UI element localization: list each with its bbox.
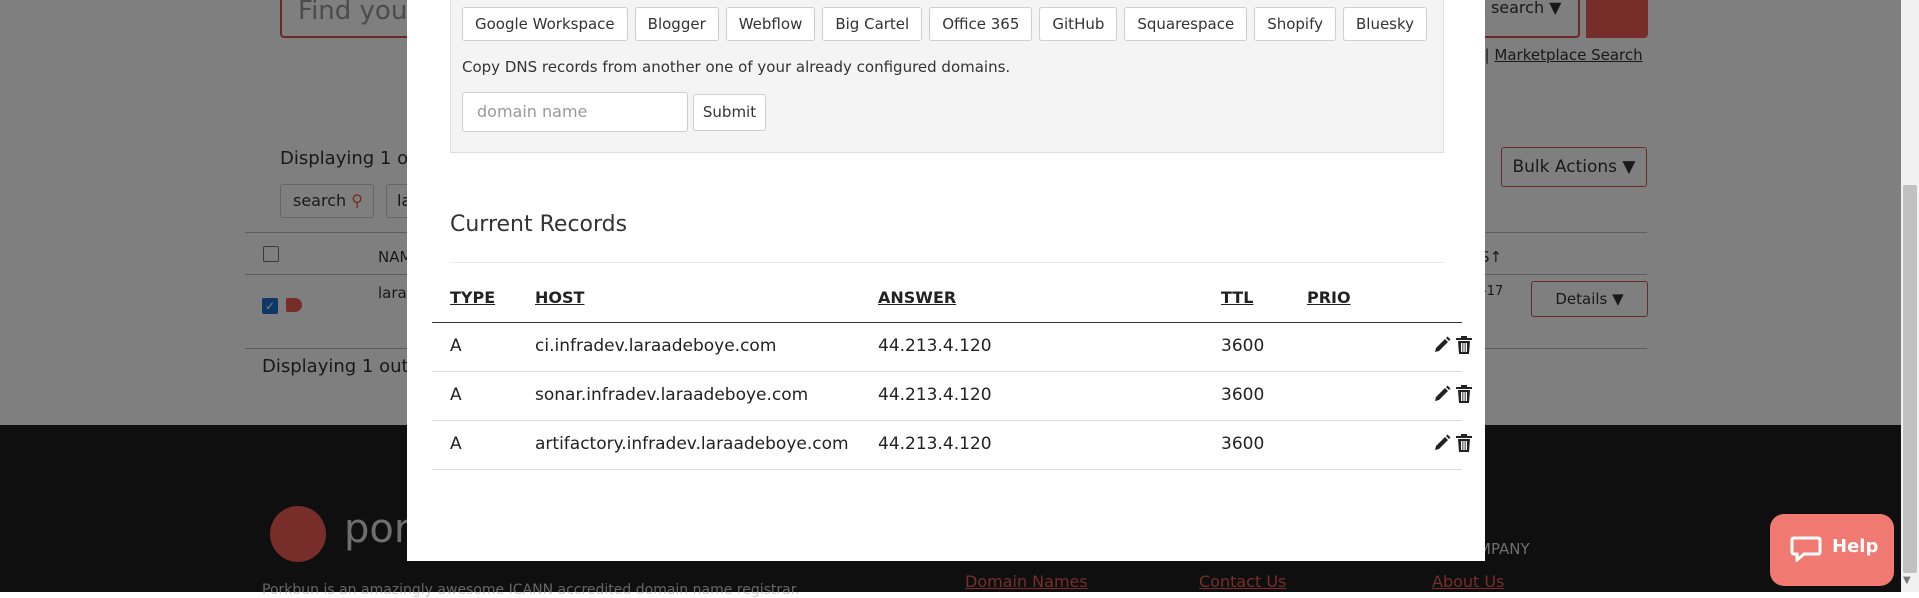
record-type: A [450, 336, 462, 356]
help-button[interactable]: Help [1770, 514, 1894, 586]
type-column-header[interactable]: TYPE [450, 288, 495, 307]
delete-trash-icon[interactable] [1455, 335, 1473, 355]
copy-domain-input[interactable]: domain name [462, 92, 688, 132]
template-google-workspace-button[interactable]: Google Workspace [462, 7, 628, 41]
template-bluesky-button[interactable]: Bluesky [1342, 7, 1428, 41]
title-divider [450, 262, 1444, 263]
answer-column-header[interactable]: ANSWER [878, 288, 956, 307]
dns-records-modal: Google Workspace Blogger Webflow Big Car… [407, 0, 1485, 561]
record-type: A [450, 385, 462, 405]
copy-submit-button[interactable]: Submit [693, 94, 766, 131]
edit-pencil-icon[interactable] [1432, 384, 1452, 404]
ttl-column-header[interactable]: TTL [1221, 288, 1253, 307]
scroll-down-arrow-icon[interactable]: ▼ [1903, 575, 1911, 586]
template-office-365-button[interactable]: Office 365 [929, 7, 1033, 41]
record-host: artifactory.infradev.laraadeboye.com [535, 434, 849, 454]
help-label: Help [1832, 536, 1879, 557]
host-column-header[interactable]: HOST [535, 288, 584, 307]
scrollbar-thumb[interactable] [1903, 185, 1917, 573]
record-ttl: 3600 [1221, 336, 1265, 356]
record-answer: 44.213.4.120 [878, 336, 992, 356]
template-github-button[interactable]: GitHub [1039, 7, 1118, 41]
edit-pencil-icon[interactable] [1432, 335, 1452, 355]
template-webflow-button[interactable]: Webflow [725, 7, 816, 41]
dns-record-row: A ci.infradev.laraadeboye.com 44.213.4.1… [432, 323, 1472, 372]
dns-record-row: A sonar.infradev.laraadeboye.com 44.213.… [432, 372, 1472, 421]
current-records-title: Current Records [450, 212, 628, 237]
delete-trash-icon[interactable] [1455, 384, 1473, 404]
delete-trash-icon[interactable] [1455, 433, 1473, 453]
record-answer: 44.213.4.120 [878, 385, 992, 405]
prio-column-header[interactable]: PRIO [1307, 288, 1351, 307]
template-button-row: Google Workspace Blogger Webflow Big Car… [462, 7, 1428, 41]
dns-record-row: A artifactory.infradev.laraadeboye.com 4… [432, 421, 1472, 470]
record-host: ci.infradev.laraadeboye.com [535, 336, 777, 356]
record-ttl: 3600 [1221, 385, 1265, 405]
edit-pencil-icon[interactable] [1432, 433, 1452, 453]
template-shopify-button[interactable]: Shopify [1254, 7, 1336, 41]
record-host: sonar.infradev.laraadeboye.com [535, 385, 809, 405]
template-big-cartel-button[interactable]: Big Cartel [822, 7, 923, 41]
record-answer: 44.213.4.120 [878, 434, 992, 454]
copy-records-instructions: Copy DNS records from another one of you… [462, 58, 1011, 76]
quick-templates-panel: Google Workspace Blogger Webflow Big Car… [450, 0, 1444, 153]
record-ttl: 3600 [1221, 434, 1265, 454]
chat-bubble-icon [1790, 536, 1822, 562]
record-type: A [450, 434, 462, 454]
template-squarespace-button[interactable]: Squarespace [1124, 7, 1248, 41]
template-blogger-button[interactable]: Blogger [634, 7, 719, 41]
